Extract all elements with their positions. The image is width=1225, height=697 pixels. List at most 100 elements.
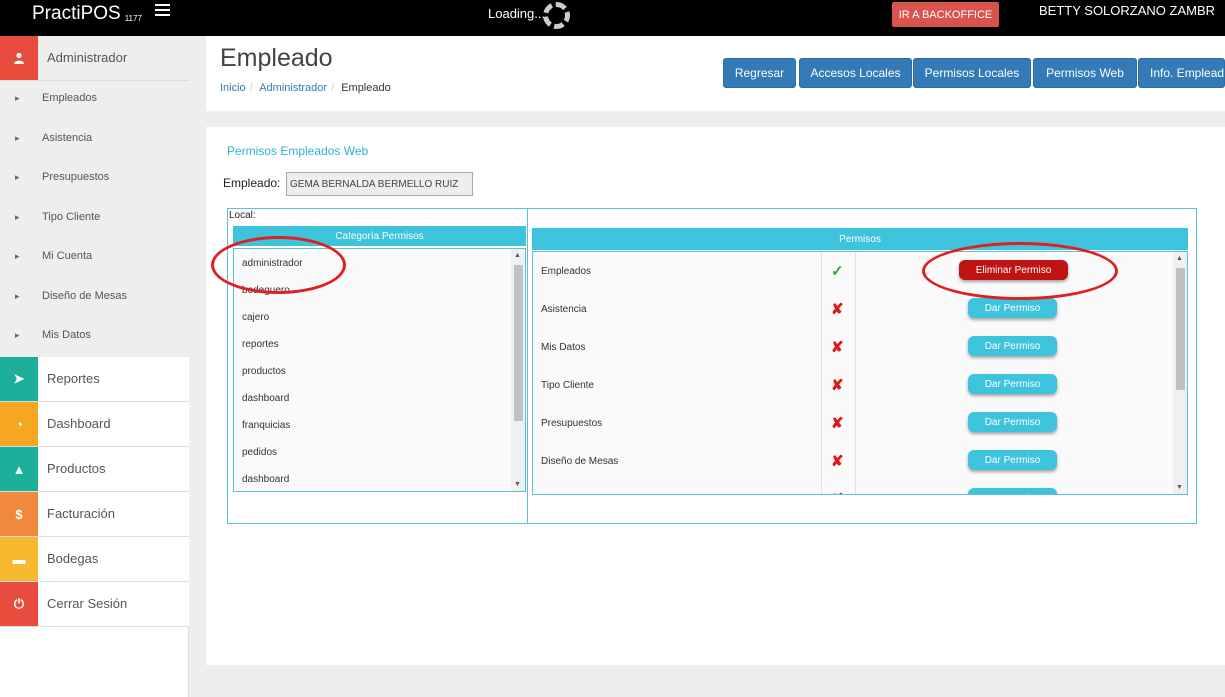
chevron-right-icon: ▸ [15, 290, 20, 301]
dar-permiso-button[interactable]: Dar Permiso [968, 488, 1057, 494]
permission-name: Diseño de Mesas [541, 456, 619, 467]
panel-title: Permisos Empleados Web [227, 144, 369, 158]
eliminar-permiso-button[interactable]: Eliminar Permiso [959, 260, 1068, 280]
cross-icon: ✘ [831, 490, 844, 494]
submenu-item-label: Mi Cuenta [42, 250, 93, 262]
dollar-icon: $ [0, 492, 38, 536]
category-list[interactable]: ▲ ▼ administrador bodeguero cajero reportes… [233, 248, 526, 492]
cross-icon: ✘ [831, 339, 844, 356]
employee-field[interactable]: GEMA BERNALDA BERMELLO RUIZ [286, 172, 473, 196]
hamburger-menu-icon[interactable] [155, 4, 170, 16]
scroll-up-icon[interactable]: ▲ [514, 252, 521, 259]
permission-row: Presupuestos ✘ Dar Permiso [533, 404, 1173, 442]
warehouse-icon: ▬ [0, 537, 38, 581]
scrollbar-thumb[interactable] [1176, 268, 1185, 390]
permissions-scrollbar[interactable]: ▲ ▼ [1173, 252, 1187, 494]
dar-permiso-button[interactable]: Dar Permiso [968, 336, 1057, 356]
scrollbar-thumb[interactable] [514, 265, 523, 421]
sidebar: Administrador ▸ Empleados ▸ Asistencia ▸ Pres… [0, 36, 189, 697]
sidebar-item-bodegas[interactable]: ▬ Bodegas [0, 537, 189, 582]
chevron-right-icon: ▸ [15, 330, 20, 340]
submenu-item[interactable]: ▸ Mis Datos [0, 318, 189, 357]
chevron-right-icon: ▸ [15, 251, 20, 261]
category-item[interactable]: bodeguero [242, 285, 290, 296]
footer-strip [206, 665, 1225, 697]
brand-number: 1177 [124, 14, 142, 23]
accesos-locales-button[interactable]: Accesos Locales [799, 58, 912, 88]
sidebar-item-label: Dashboard [47, 416, 111, 431]
category-item[interactable]: dashboard [242, 474, 289, 485]
product-icon: ▲ [0, 447, 38, 491]
permisos-locales-button[interactable]: Permisos Locales [913, 58, 1031, 88]
cross-icon: ✘ [831, 453, 844, 470]
permission-row: Asistencia ✘ Dar Permiso [533, 290, 1173, 328]
sidebar-item-reportes[interactable]: ➤ Reportes [0, 357, 189, 402]
chevron-right-icon: ▸ [15, 211, 20, 222]
category-item[interactable]: productos [242, 366, 286, 377]
dar-permiso-button[interactable]: Dar Permiso [968, 298, 1057, 318]
sidebar-item-label: Facturación [47, 506, 115, 521]
dar-permiso-button[interactable]: Dar Permiso [968, 450, 1057, 470]
permission-row: Tipo Cliente ✘ Dar Permiso [533, 366, 1173, 404]
cross-icon: ✘ [831, 415, 844, 432]
brand-logo[interactable]: PractiPOS 1177 [32, 3, 142, 25]
regresar-button[interactable]: Regresar [723, 58, 796, 88]
submenu-item-label: Empleados [42, 92, 98, 104]
category-item[interactable]: dashboard [242, 393, 289, 404]
chevron-right-icon: ▸ [15, 93, 20, 103]
rocket-icon: ➤ [0, 357, 38, 401]
scroll-down-icon[interactable]: ▼ [1176, 484, 1183, 491]
permission-row: Mis Datos ✘ Dar Permiso [533, 328, 1173, 366]
permission-name: Mis Datos [541, 342, 586, 353]
submenu-item[interactable]: ▸ Tipo Cliente [0, 200, 189, 239]
dar-permiso-button[interactable]: Dar Permiso [968, 374, 1057, 394]
admin-submenu: ▸ Empleados ▸ Asistencia ▸ Presupuestos ▸ Tipo … [0, 81, 189, 357]
category-item[interactable]: pedidos [242, 447, 277, 458]
dar-permiso-button[interactable]: Dar Permiso [968, 412, 1057, 432]
user-icon [0, 36, 38, 80]
page-title: Empleado [220, 44, 333, 72]
submenu-item[interactable]: ▸ Empleados [0, 81, 189, 120]
chevron-right-icon: ▸ [15, 172, 20, 182]
backoffice-button[interactable]: IR A BACKOFFICE [892, 2, 999, 27]
permissions-header: Permisos [532, 228, 1188, 250]
permisos-web-button[interactable]: Permisos Web [1033, 58, 1137, 88]
submenu-item[interactable]: ▸ Presupuestos [0, 160, 189, 199]
category-item[interactable]: administrador [242, 258, 303, 269]
employee-label: Empleado: [223, 176, 281, 190]
sidebar-item-label: Administrador [47, 50, 128, 65]
submenu-item-label: Diseño de Mesas [42, 289, 127, 302]
scroll-up-icon[interactable]: ▲ [1176, 255, 1183, 262]
category-item[interactable]: cajero [242, 312, 269, 323]
permission-name: Presupuestos [541, 418, 603, 429]
sidebar-item-productos[interactable]: ▲ Productos [0, 447, 189, 492]
loading-text: Loading... [488, 6, 546, 21]
category-scrollbar[interactable]: ▲ ▼ [511, 249, 525, 491]
submenu-item[interactable]: ▸ Asistencia [0, 121, 189, 160]
breadcrumb-administrador[interactable]: Administrador [259, 82, 327, 94]
sidebar-item-administrador[interactable]: Administrador [0, 36, 189, 81]
category-item[interactable]: franquicias [242, 420, 290, 431]
category-item[interactable]: reportes [242, 339, 279, 350]
sidebar-item-label: Bodegas [47, 551, 99, 566]
sidebar-item-dashboard[interactable]: ◔ Dashboard [0, 402, 189, 447]
submenu-item[interactable]: ▸ Diseño de Mesas [0, 279, 189, 318]
submenu-item[interactable]: ▸ Mi Cuenta [0, 239, 189, 278]
permission-row: Empleados ✓ Eliminar Permiso [533, 252, 1173, 290]
chevron-right-icon: ▸ [15, 132, 20, 143]
submenu-item-label: Asistencia [42, 131, 93, 144]
info-empleado-button[interactable]: Info. Empleado [1138, 58, 1225, 88]
cross-icon: ✘ [831, 301, 844, 318]
scroll-down-icon[interactable]: ▼ [514, 481, 521, 488]
permission-name: Empleados [541, 266, 592, 277]
cross-icon: ✘ [831, 377, 844, 394]
submenu-item-label: Mis Datos [42, 329, 91, 341]
brand-name: PractiPOS [32, 3, 121, 24]
sidebar-item-cerrar-sesi-n[interactable]: ⏻ Cerrar Sesión [0, 582, 189, 627]
sidebar-item-facturaci-n[interactable]: $ Facturación [0, 492, 189, 537]
permissions-panel: Permisos Empleados Web Empleado: GEMA BE… [206, 127, 1225, 665]
breadcrumb-inicio[interactable]: Inicio [220, 82, 246, 94]
page-header: Empleado Inicio / Administrador / Empleado… [206, 36, 1225, 111]
permissions-list[interactable]: ▲ ▼ Empleados ✓ Eliminar Permiso Asistencia… [532, 251, 1188, 495]
user-name[interactable]: BETTY SOLORZANO ZAMBR [1039, 3, 1215, 18]
